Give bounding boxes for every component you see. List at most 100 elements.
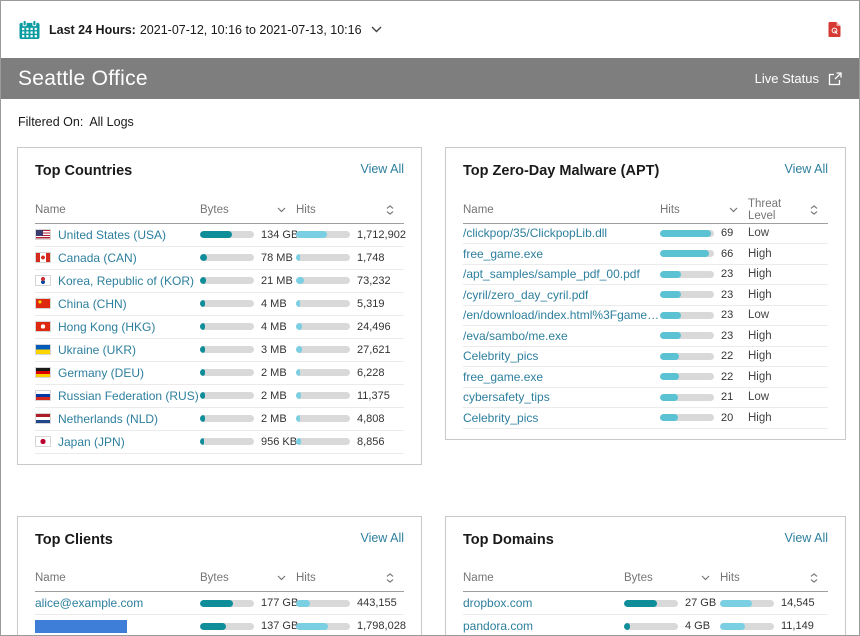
flag-hkg-icon	[35, 321, 51, 332]
bytes-value: 956 KB	[261, 436, 297, 448]
threat-level: High	[748, 289, 828, 301]
name-link[interactable]: alice@example.com	[35, 596, 143, 610]
name-link[interactable]: /en/download/index.html%3Fgame%3Dextreme…	[463, 308, 660, 322]
view-all-link[interactable]: View All	[360, 162, 404, 176]
table-row: Germany (DEU)2 MB6,228	[35, 362, 404, 385]
sort-updown-icon	[386, 205, 394, 215]
hits-value: 66	[721, 248, 733, 260]
table-row: /en/download/index.html%3Fgame%3Dextreme…	[463, 306, 828, 327]
name-link[interactable]: free_game.exe	[463, 370, 543, 384]
filter-value: All Logs	[89, 115, 133, 129]
column-header-name: Name	[463, 572, 624, 584]
hits-bar	[296, 623, 350, 630]
panel-top-countries: Top Countries View All NameBytesHits Uni…	[17, 147, 422, 465]
sort-desc-chevron-icon	[729, 207, 738, 213]
table-row: Canada (CAN)78 MB1,748	[35, 247, 404, 270]
column-header-threat[interactable]: Threat Level	[748, 198, 828, 222]
column-header-bytes[interactable]: Bytes	[200, 204, 296, 216]
table-row: dropbox.com27 GB14,545	[463, 592, 828, 615]
sort-updown-icon	[810, 205, 818, 215]
name-link[interactable]: Netherlands (NLD)	[58, 412, 158, 426]
panel-title: Top Countries	[35, 162, 132, 182]
panel-title: Top Zero-Day Malware (APT)	[463, 162, 659, 182]
name-link[interactable]: /apt_samples/sample_pdf_00.pdf	[463, 267, 640, 281]
hits-value: 23	[721, 289, 733, 301]
column-label: Bytes	[200, 572, 229, 584]
hits-value: 443,155	[357, 597, 397, 609]
hits-bar	[296, 346, 350, 353]
name-link[interactable]: dropbox.com	[463, 596, 532, 610]
hits-bar	[660, 332, 714, 339]
name-link[interactable]: Ukraine (UKR)	[58, 343, 136, 357]
name-link[interactable]: free_game.exe	[463, 247, 543, 261]
name-link[interactable]: /eva/sambo/me.exe	[463, 329, 568, 343]
bytes-value: 4 MB	[261, 321, 287, 333]
table-row: /clickpop/35/ClickpopLib.dll69Low	[463, 224, 828, 245]
threat-level: High	[748, 268, 828, 280]
column-header-bytes[interactable]: Bytes	[200, 572, 296, 584]
hits-value: 69	[721, 227, 733, 239]
bytes-bar	[200, 346, 254, 353]
bytes-value: 177 GB	[261, 597, 298, 609]
hits-bar	[296, 323, 350, 330]
hits-value: 8,856	[357, 436, 385, 448]
name-link[interactable]: United States (USA)	[58, 228, 166, 242]
hits-bar	[720, 623, 774, 630]
top-bar: Last 24 Hours:2021-07-12, 10:16 to 2021-…	[1, 1, 859, 58]
flag-chn-icon	[35, 298, 51, 309]
flag-deu-icon	[35, 367, 51, 378]
view-all-link[interactable]: View All	[360, 531, 404, 545]
name-link[interactable]: Canada (CAN)	[58, 251, 137, 265]
hits-bar	[660, 250, 714, 257]
panel-top-domains: Top Domains View All NameBytesHits dropb…	[445, 516, 846, 636]
threat-level: Low	[748, 309, 828, 321]
name-link[interactable]: Russian Federation (RUS)	[58, 389, 199, 403]
view-all-link[interactable]: View All	[784, 162, 828, 176]
column-header-hits[interactable]: Hits	[660, 204, 748, 216]
live-status-label: Live Status	[755, 71, 819, 86]
hits-value: 1,798,028	[357, 620, 406, 632]
name-link[interactable]: Korea, Republic of (KOR)	[58, 274, 194, 288]
name-link[interactable]: /clickpop/35/ClickpopLib.dll	[463, 226, 607, 240]
live-status-button[interactable]: Live Status	[755, 71, 842, 86]
hits-bar	[660, 394, 714, 401]
pdf-export-icon[interactable]	[828, 22, 841, 37]
sort-desc-chevron-icon	[277, 207, 286, 213]
column-header-name: Name	[463, 204, 660, 216]
date-range-selector[interactable]: Last 24 Hours:2021-07-12, 10:16 to 2021-…	[19, 20, 382, 40]
name-link[interactable]: Celebrity_pics	[463, 349, 538, 363]
name-link[interactable]: China (CHN)	[58, 297, 127, 311]
column-label: Name	[463, 572, 494, 584]
table-row: /cyril/zero_day_cyril.pdf 23 High	[463, 285, 828, 306]
name-link[interactable]: Japan (JPN)	[58, 435, 125, 449]
hits-bar	[296, 231, 350, 238]
hits-value: 20	[721, 412, 733, 424]
name-link[interactable]: pandora.com	[463, 619, 533, 633]
column-label: Hits	[296, 204, 316, 216]
top-domains-table: Name BytesHits dropbox.com27 GB14,545 pand…	[463, 565, 828, 636]
hits-value: 27,621	[357, 344, 391, 356]
column-header-hits[interactable]: Hits	[296, 572, 404, 584]
flag-can-icon	[35, 252, 51, 263]
hits-value: 11,149	[781, 620, 814, 632]
hits-bar	[660, 312, 714, 319]
name-link[interactable]: Celebrity_pics	[463, 411, 538, 425]
name-link[interactable]: Hong Kong (HKG)	[58, 320, 155, 334]
name-link[interactable]: Germany (DEU)	[58, 366, 144, 380]
hits-bar	[660, 353, 714, 360]
column-header-bytes[interactable]: Bytes	[624, 572, 720, 584]
redacted-client-name	[35, 620, 127, 633]
page-title: Seattle Office	[18, 67, 148, 91]
name-link[interactable]: /cyril/zero_day_cyril.pdf	[463, 288, 588, 302]
column-header-hits[interactable]: Hits	[296, 204, 404, 216]
name-link[interactable]: cybersafety_tips	[463, 390, 550, 404]
threat-level: Low	[748, 391, 828, 403]
hits-value: 23	[721, 309, 733, 321]
column-header-hits[interactable]: Hits	[720, 572, 828, 584]
app-bar: Seattle Office Live Status	[1, 58, 859, 99]
threat-level: High	[748, 412, 828, 424]
bytes-value: 2 MB	[261, 367, 287, 379]
column-label: Threat Level	[748, 198, 810, 222]
hits-value: 22	[721, 371, 733, 383]
view-all-link[interactable]: View All	[784, 531, 828, 545]
